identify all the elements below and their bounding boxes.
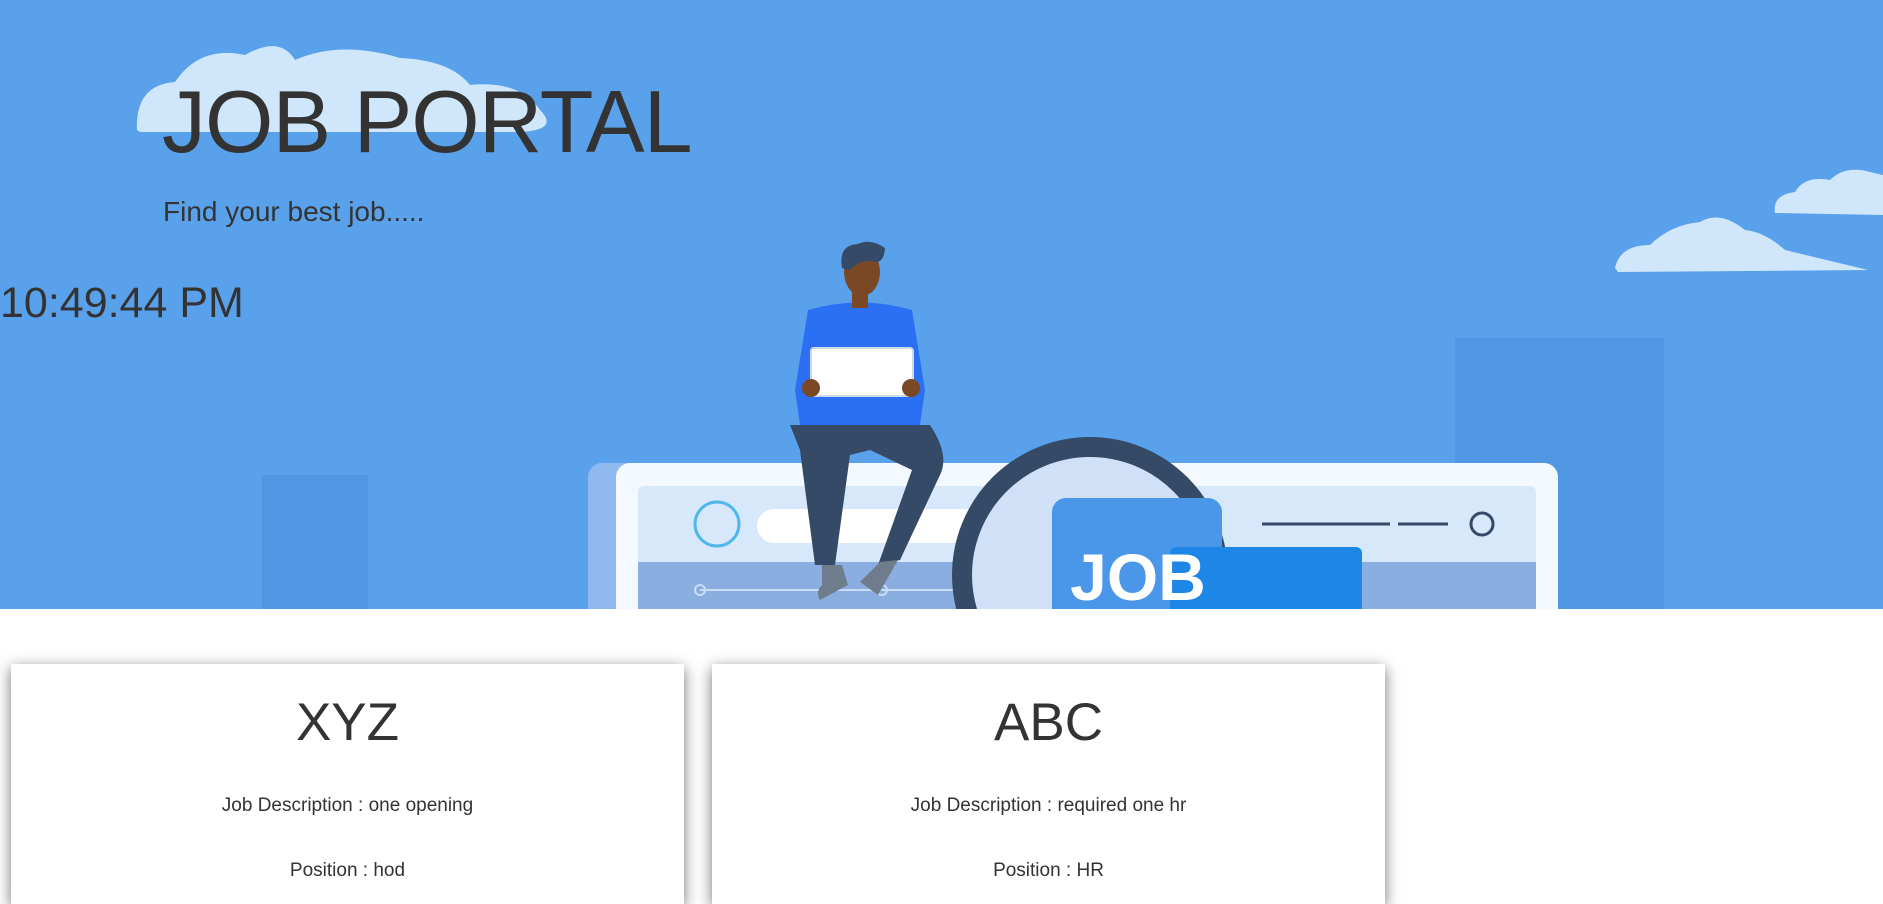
hero-banner: JOB JOB PORTAL Find your best job..... 1… bbox=[0, 0, 1883, 609]
job-company-name: XYZ bbox=[295, 693, 400, 752]
cloud-icon bbox=[1774, 169, 1883, 215]
job-position: Position : HR bbox=[993, 860, 1104, 882]
building-shape bbox=[262, 475, 368, 609]
job-card-list: XYZ Job Description : one opening Positi… bbox=[0, 609, 1883, 904]
job-card-label: JOB bbox=[1070, 540, 1206, 609]
person-hand bbox=[802, 379, 820, 397]
page-subtitle: Find your best job..... bbox=[163, 196, 425, 227]
laptop-shape bbox=[810, 347, 914, 397]
job-description: Job Description : required one hr bbox=[910, 795, 1187, 817]
cloud-icon bbox=[1615, 217, 1868, 272]
job-card[interactable]: XYZ Job Description : one opening Positi… bbox=[11, 664, 684, 904]
person-hand bbox=[902, 379, 920, 397]
clock-display: 10:49:44 PM bbox=[0, 279, 244, 327]
job-card[interactable]: ABC Job Description : required one hr Po… bbox=[712, 664, 1385, 904]
job-position: Position : hod bbox=[289, 860, 406, 882]
job-description: Job Description : one opening bbox=[221, 795, 474, 817]
job-company-name: ABC bbox=[994, 693, 1103, 752]
search-bar-shape bbox=[757, 509, 987, 543]
page-title: JOB PORTAL bbox=[162, 72, 693, 171]
